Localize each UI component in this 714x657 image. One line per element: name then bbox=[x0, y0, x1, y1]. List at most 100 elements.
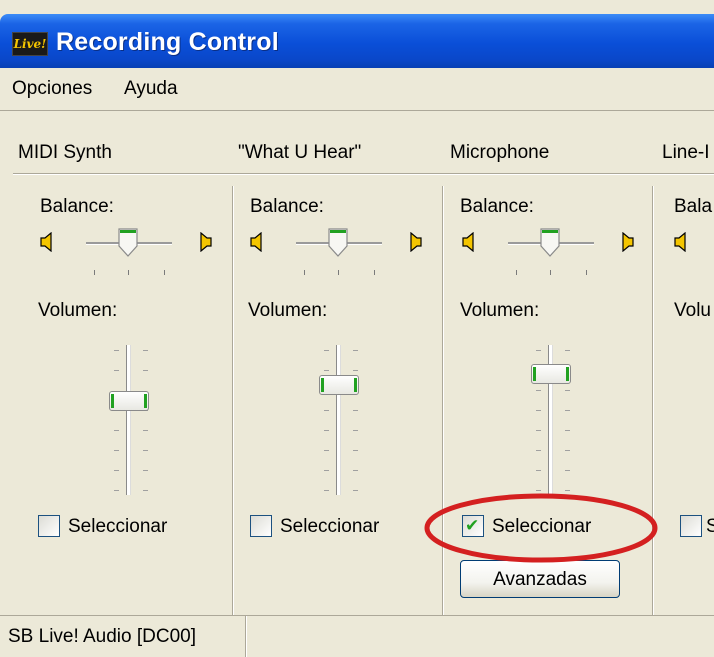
speaker-left-icon bbox=[462, 232, 474, 252]
volume-tick bbox=[353, 410, 358, 411]
balance-tick bbox=[304, 270, 305, 275]
volume-tick bbox=[324, 350, 329, 351]
balance-tick bbox=[550, 270, 551, 275]
menu-separator bbox=[0, 110, 714, 111]
volume-tick bbox=[324, 470, 329, 471]
volume-tick bbox=[536, 450, 541, 451]
select-label: Seleccionar bbox=[492, 516, 592, 537]
volume-tick bbox=[565, 450, 570, 451]
volume-tick bbox=[143, 370, 148, 371]
volume-tick bbox=[114, 430, 119, 431]
volume-tick bbox=[324, 490, 329, 491]
volume-tick bbox=[143, 430, 148, 431]
volume-tick bbox=[114, 490, 119, 491]
advanced-button[interactable]: Avanzadas bbox=[460, 560, 620, 598]
select-label: Seleccionar bbox=[280, 516, 380, 537]
balance-tick bbox=[586, 270, 587, 275]
volume-tick bbox=[143, 350, 148, 351]
speaker-right-icon bbox=[410, 232, 422, 252]
volume-tick bbox=[143, 470, 148, 471]
column-divider bbox=[442, 186, 443, 616]
volume-tick bbox=[565, 430, 570, 431]
volume-track bbox=[336, 345, 341, 495]
volume-tick bbox=[353, 350, 358, 351]
volume-tick bbox=[353, 470, 358, 471]
select-checkbox-checked[interactable]: ✔ bbox=[462, 515, 484, 537]
channel-header-line-in: Line-I bbox=[662, 142, 710, 163]
menu-ayuda[interactable]: Ayuda bbox=[124, 78, 178, 100]
volume-slider-thumb[interactable] bbox=[531, 364, 571, 384]
balance-slider-thumb[interactable] bbox=[117, 228, 139, 258]
menu-opciones[interactable]: Opciones bbox=[12, 78, 92, 100]
column-divider bbox=[232, 186, 233, 616]
volume-tick bbox=[536, 350, 541, 351]
select-checkbox[interactable] bbox=[250, 515, 272, 537]
volume-slider-thumb[interactable] bbox=[109, 391, 149, 411]
volume-tick bbox=[536, 390, 541, 391]
window-title: Recording Control bbox=[56, 28, 279, 56]
balance-slider-thumb[interactable] bbox=[539, 228, 561, 258]
volume-tick bbox=[565, 350, 570, 351]
menu-bar: Opciones Ayuda bbox=[0, 68, 714, 111]
balance-tick bbox=[374, 270, 375, 275]
speaker-right-icon bbox=[622, 232, 634, 252]
balance-slider-thumb[interactable] bbox=[327, 228, 349, 258]
speaker-right-icon bbox=[200, 232, 212, 252]
volume-tick bbox=[536, 430, 541, 431]
balance-tick bbox=[338, 270, 339, 275]
balance-tick bbox=[128, 270, 129, 275]
speaker-left-icon bbox=[40, 232, 52, 252]
channel-header-what-u-hear: "What U Hear" bbox=[238, 142, 362, 163]
select-checkbox[interactable] bbox=[38, 515, 60, 537]
volume-tick bbox=[324, 450, 329, 451]
balance-label: Balance: bbox=[460, 196, 534, 217]
speaker-left-icon bbox=[674, 232, 686, 252]
select-label: Seleccionar bbox=[68, 516, 168, 537]
status-divider bbox=[245, 616, 246, 657]
speaker-left-icon bbox=[250, 232, 262, 252]
balance-tick bbox=[164, 270, 165, 275]
volume-tick bbox=[536, 490, 541, 491]
recording-control-window: Live! Recording Control Opciones Ayuda M… bbox=[0, 0, 714, 657]
volume-tick bbox=[143, 490, 148, 491]
balance-tick bbox=[516, 270, 517, 275]
balance-label: Balance: bbox=[250, 196, 324, 217]
volume-track bbox=[126, 345, 131, 495]
volume-label: Volumen: bbox=[460, 300, 540, 321]
volume-tick bbox=[324, 430, 329, 431]
volume-tick bbox=[536, 470, 541, 471]
select-label: S bbox=[706, 516, 714, 537]
live-app-icon: Live! bbox=[12, 32, 48, 56]
volume-tick bbox=[536, 410, 541, 411]
volume-label: Volumen: bbox=[38, 300, 118, 321]
volume-tick bbox=[114, 470, 119, 471]
volume-tick bbox=[565, 410, 570, 411]
volume-tick bbox=[114, 350, 119, 351]
balance-label: Bala bbox=[674, 196, 713, 217]
column-divider bbox=[652, 186, 653, 616]
volume-label: Volumen: bbox=[248, 300, 328, 321]
volume-tick bbox=[565, 390, 570, 391]
channel-header-microphone: Microphone bbox=[450, 142, 550, 163]
balance-tick bbox=[94, 270, 95, 275]
volume-tick bbox=[324, 370, 329, 371]
volume-tick bbox=[565, 490, 570, 491]
status-bar: SB Live! Audio [DC00] bbox=[0, 616, 714, 657]
volume-tick bbox=[324, 410, 329, 411]
channel-header-midi-synth: MIDI Synth bbox=[18, 142, 112, 163]
volume-tick bbox=[565, 470, 570, 471]
header-divider-highlight bbox=[13, 174, 714, 175]
checkmark-icon: ✔ bbox=[465, 516, 480, 535]
volume-tick bbox=[353, 370, 358, 371]
volume-label: Volu bbox=[674, 300, 711, 321]
volume-tick bbox=[353, 490, 358, 491]
volume-tick bbox=[143, 450, 148, 451]
title-bar[interactable]: Live! Recording Control bbox=[0, 14, 714, 68]
volume-tick bbox=[353, 450, 358, 451]
status-text: SB Live! Audio [DC00] bbox=[8, 626, 196, 647]
volume-slider-thumb[interactable] bbox=[319, 375, 359, 395]
volume-tick bbox=[353, 430, 358, 431]
balance-label: Balance: bbox=[40, 196, 114, 217]
volume-tick bbox=[114, 450, 119, 451]
select-checkbox[interactable] bbox=[680, 515, 702, 537]
